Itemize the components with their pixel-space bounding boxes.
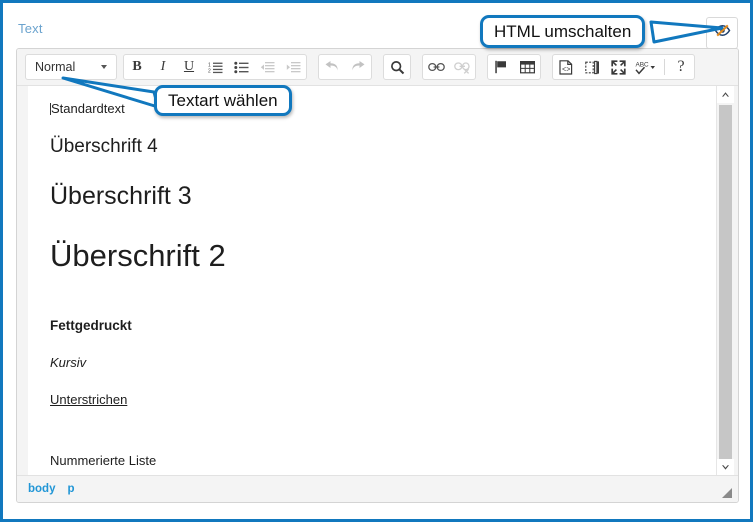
insert-link-button[interactable] <box>423 55 449 79</box>
numbered-list-button[interactable]: 1 2 <box>202 55 228 79</box>
style-format-value: Normal <box>35 60 76 74</box>
callout-style-select: Textart wählen <box>154 85 292 116</box>
svg-text:ABC: ABC <box>636 61 650 68</box>
document: Standardtext Überschrift 4 Überschrift 3… <box>28 86 716 476</box>
source-code-button[interactable]: <> <box>553 55 579 79</box>
callout-style-select-text: Textart wählen <box>168 90 278 110</box>
bold-button[interactable]: B <box>124 55 150 79</box>
editor-toolbar: Normal B I U 1 2 <> ABC ? <box>17 49 738 86</box>
indent-icon <box>286 61 301 74</box>
svg-text:2: 2 <box>208 68 211 73</box>
paragraph-normal-text: Standardtext <box>51 101 125 116</box>
chevron-down-icon <box>101 65 107 69</box>
heading-3: Überschrift 3 <box>50 181 192 210</box>
spellcheck-abc-icon: ABC <box>635 60 657 75</box>
underline-button[interactable]: U <box>176 55 202 79</box>
undo-arrow-icon <box>324 60 340 74</box>
page-break-icon <box>584 60 600 75</box>
toolbar-separator <box>664 59 665 75</box>
svg-text:1: 1 <box>208 62 211 68</box>
element-path-body[interactable]: body <box>28 483 55 495</box>
spellcheck-button[interactable]: ABC <box>631 55 661 79</box>
window-inner: Text Normal B I U 1 2 <> ABC ? Standardt… <box>6 6 747 516</box>
fullscreen-button[interactable] <box>605 55 631 79</box>
bold-icon: B <box>132 59 142 74</box>
find-button[interactable] <box>384 55 410 79</box>
fullscreen-icon <box>610 59 626 75</box>
svg-text:<>: <> <box>562 66 570 74</box>
scrollbar-thumb[interactable] <box>719 105 732 475</box>
callout-html-toggle: HTML umschalten <box>480 15 646 48</box>
table-button[interactable] <box>514 55 540 79</box>
flag-icon <box>494 60 508 74</box>
remove-link-button[interactable] <box>449 55 475 79</box>
paragraph-underline: Unterstrichen <box>50 391 128 407</box>
anchor-button[interactable] <box>488 55 514 79</box>
heading-4: Überschrift 4 <box>50 135 158 157</box>
undo-button[interactable] <box>319 55 345 79</box>
redo-arrow-icon <box>350 60 366 74</box>
table-icon <box>519 60 535 74</box>
indent-button[interactable] <box>280 55 306 79</box>
outdent-button[interactable] <box>254 55 280 79</box>
outdent-icon <box>260 61 275 74</box>
bulleted-list-button[interactable] <box>228 55 254 79</box>
rich-text-editor: Normal B I U 1 2 <> ABC ? Standardtext Ü… <box>16 48 739 503</box>
toolbar-group-formatting: B I U 1 2 <box>123 54 307 80</box>
ordered-list-icon: 1 2 <box>208 61 223 74</box>
eye-slash-icon <box>714 22 731 44</box>
help-icon: ? <box>677 58 685 75</box>
style-format-select[interactable]: Normal <box>25 54 117 80</box>
paragraph-normal: Standardtext <box>50 100 702 119</box>
page-break-button[interactable] <box>579 55 605 79</box>
italic-icon: I <box>160 59 166 74</box>
editor-scrollbar[interactable] <box>716 86 734 476</box>
scroll-down-arrow-icon[interactable] <box>717 459 734 476</box>
element-path-p[interactable]: p <box>67 483 74 495</box>
toolbar-group-links <box>422 54 476 80</box>
toolbar-group-history <box>318 54 372 80</box>
help-button[interactable]: ? <box>668 55 694 79</box>
heading-2: Überschrift 2 <box>50 237 226 273</box>
field-label: Text <box>18 21 43 36</box>
toolbar-group-insert <box>487 54 541 80</box>
callout-html-toggle-text: HTML umschalten <box>494 21 632 41</box>
paragraph-italic: Kursiv <box>50 354 87 370</box>
link-icon <box>427 61 445 73</box>
search-icon <box>390 60 405 75</box>
scroll-up-arrow-icon[interactable] <box>717 86 734 103</box>
editor-body-wrap: Standardtext Überschrift 4 Überschrift 3… <box>17 86 738 476</box>
toggle-html-button[interactable] <box>706 17 738 49</box>
toolbar-group-search <box>383 54 411 80</box>
editor-content[interactable]: Standardtext Überschrift 4 Überschrift 3… <box>28 86 716 476</box>
redo-button[interactable] <box>345 55 371 79</box>
unordered-list-icon <box>233 61 249 74</box>
underline-icon: U <box>183 59 195 74</box>
editor-statusbar: body p <box>17 475 738 502</box>
source-code-icon: <> <box>559 59 573 75</box>
italic-button[interactable]: I <box>150 55 176 79</box>
resize-grip-icon[interactable] <box>722 488 732 498</box>
toolbar-group-tools: <> ABC ? <box>552 54 695 80</box>
paragraph-bold: Fettgedruckt <box>50 317 132 333</box>
paragraph-list-title: Nummerierte Liste <box>50 452 157 468</box>
editor-window: Text Normal B I U 1 2 <> ABC ? Standardt… <box>0 0 753 522</box>
unlink-icon <box>453 61 471 74</box>
